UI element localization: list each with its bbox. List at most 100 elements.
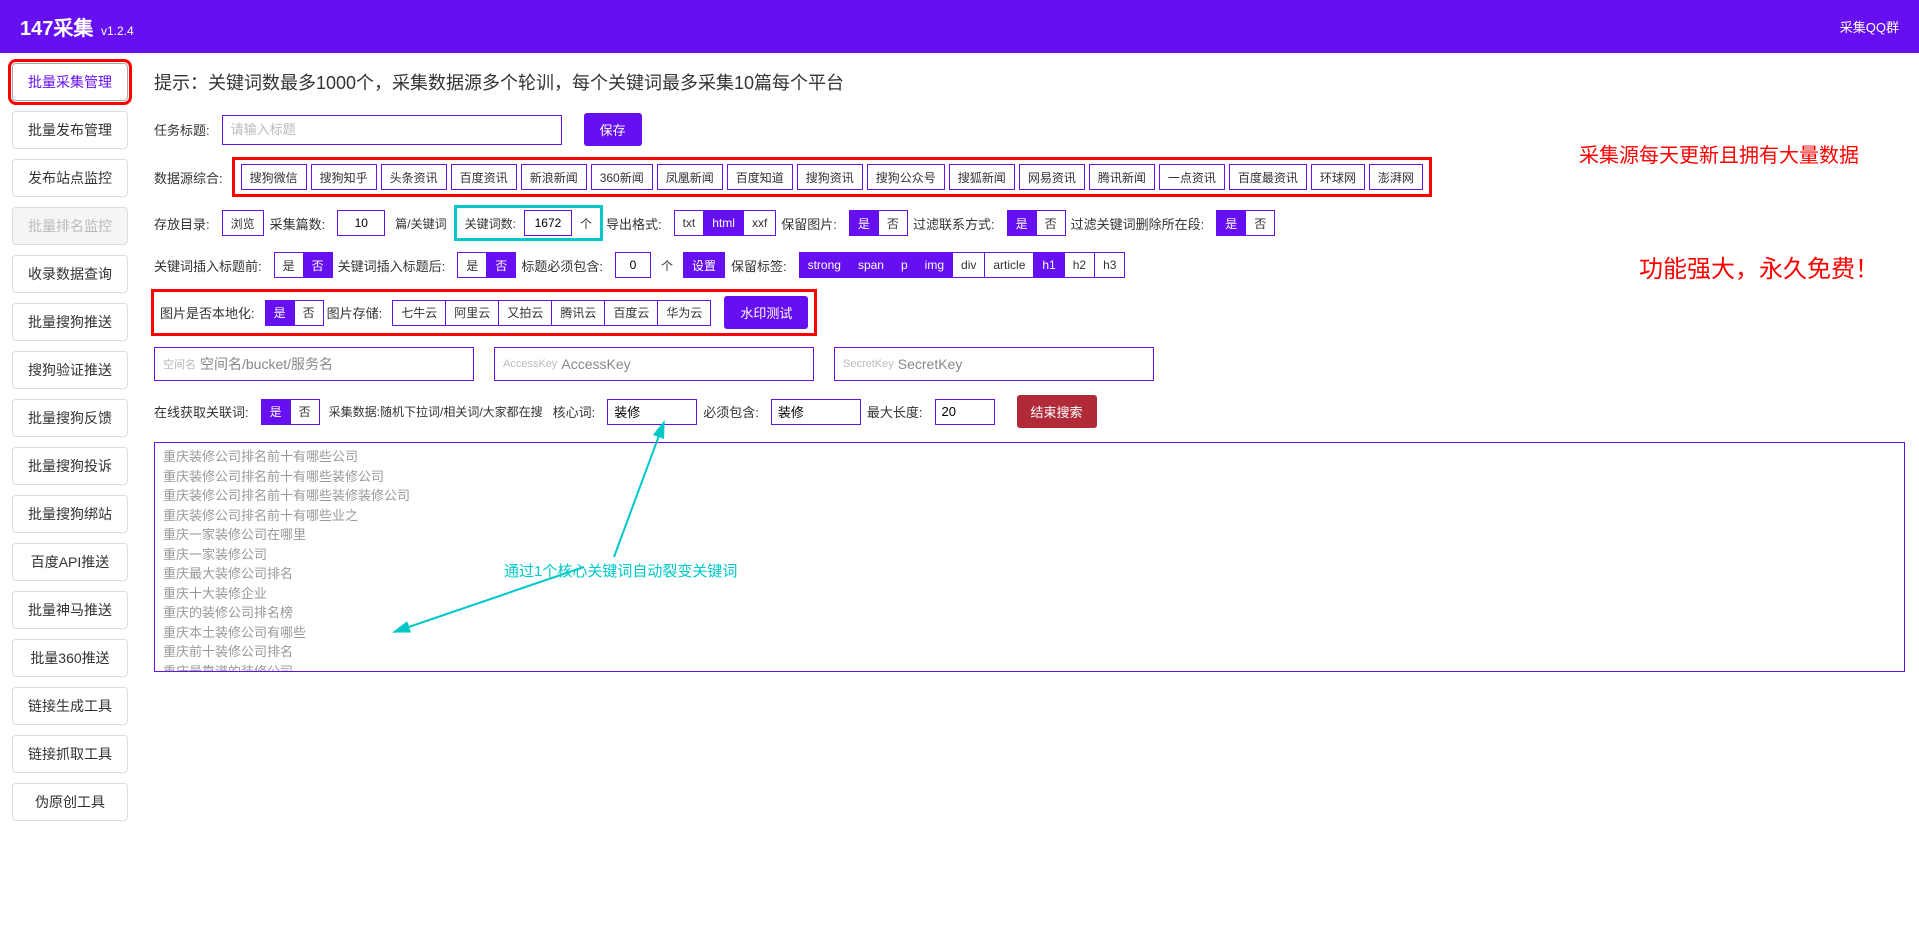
source-16[interactable]: 澎湃网 (1369, 164, 1423, 190)
result-line: 重庆最靠谱的装修公司 (163, 662, 1896, 673)
kw-unit: 个 (576, 215, 596, 232)
keepimg-no[interactable]: 否 (878, 210, 908, 236)
source-2[interactable]: 头条资讯 (381, 164, 447, 190)
kw-input[interactable] (524, 210, 572, 236)
store-0[interactable]: 七牛云 (392, 300, 446, 326)
annotation-sources: 采集源每天更新且拥有大量数据 (1579, 139, 1859, 168)
kw-before-no[interactable]: 否 (303, 252, 333, 278)
kw-after-yes[interactable]: 是 (457, 252, 487, 278)
kw-after-label: 关键词插入标题后: (338, 256, 446, 275)
max-label: 最大长度: (867, 402, 923, 421)
watermark-button[interactable]: 水印测试 (724, 296, 808, 329)
result-line: 重庆一家装修公司在哪里 (163, 525, 1896, 545)
sidebar-item-14[interactable]: 链接抓取工具 (12, 735, 128, 773)
source-14[interactable]: 百度最资讯 (1229, 164, 1307, 190)
tag-label: 保留标签: (731, 256, 787, 275)
results-textarea[interactable]: 重庆装修公司排名前十有哪些公司重庆装修公司排名前十有哪些装修公司重庆装修公司排名… (154, 442, 1905, 672)
result-line: 重庆十大装修企业 (163, 584, 1896, 604)
fmt-label: 导出格式: (606, 214, 662, 233)
tag-article[interactable]: article (984, 252, 1034, 278)
sidebar-item-9[interactable]: 批量搜狗绑站 (12, 495, 128, 533)
qq-group-link[interactable]: 采集QQ群 (1840, 17, 1899, 36)
kw-before-label: 关键词插入标题前: (154, 256, 262, 275)
sidebar-item-4[interactable]: 收录数据查询 (12, 255, 128, 293)
source-10[interactable]: 搜狐新闻 (949, 164, 1015, 190)
tag-p[interactable]: p (892, 252, 917, 278)
fmt-txt[interactable]: txt (674, 210, 705, 236)
img-local-yes[interactable]: 是 (265, 300, 295, 326)
filterkw-no[interactable]: 否 (1245, 210, 1275, 236)
end-search-button[interactable]: 结束搜索 (1017, 395, 1097, 428)
store-1[interactable]: 阿里云 (445, 300, 499, 326)
task-title-input[interactable] (222, 115, 562, 145)
accesskey-input[interactable]: AccessKey AccessKey (494, 347, 814, 381)
filterkw-yes[interactable]: 是 (1216, 210, 1246, 236)
tag-span[interactable]: span (849, 252, 893, 278)
fmt-xxf[interactable]: xxf (743, 210, 776, 236)
kw-after-no[interactable]: 否 (486, 252, 516, 278)
keepimg-label: 保留图片: (781, 214, 837, 233)
space-input[interactable]: 空间名 空间名/bucket/服务名 (154, 347, 474, 381)
source-15[interactable]: 环球网 (1311, 164, 1365, 190)
browse-button[interactable]: 浏览 (222, 210, 264, 236)
online-no[interactable]: 否 (290, 399, 320, 425)
sidebar-item-15[interactable]: 伪原创工具 (12, 783, 128, 821)
set-button[interactable]: 设置 (683, 252, 725, 278)
source-4[interactable]: 新浪新闻 (521, 164, 587, 190)
img-store-label: 图片存储: (327, 303, 383, 322)
source-5[interactable]: 360新闻 (591, 164, 653, 190)
source-3[interactable]: 百度资讯 (451, 164, 517, 190)
sidebar-item-6[interactable]: 搜狗验证推送 (12, 351, 128, 389)
main-panel: 提示：关键词数最多1000个，采集数据源多个轮训，每个关键词最多采集10篇每个平… (140, 53, 1919, 841)
kw-before-yes[interactable]: 是 (274, 252, 304, 278)
sidebar-item-11[interactable]: 批量神马推送 (12, 591, 128, 629)
img-local-no[interactable]: 否 (294, 300, 324, 326)
tag-h1[interactable]: h1 (1033, 252, 1064, 278)
secretkey-input[interactable]: SecretKey SecretKey (834, 347, 1154, 381)
core-input[interactable] (607, 399, 697, 425)
source-8[interactable]: 搜狗资讯 (797, 164, 863, 190)
result-line: 重庆装修公司排名前十有哪些装修装修公司 (163, 486, 1896, 506)
sidebar-item-10[interactable]: 百度API推送 (12, 543, 128, 581)
tag-h2[interactable]: h2 (1064, 252, 1095, 278)
count-input[interactable] (337, 210, 385, 236)
sidebar-item-8[interactable]: 批量搜狗投诉 (12, 447, 128, 485)
sidebar-item-2[interactable]: 发布站点监控 (12, 159, 128, 197)
source-13[interactable]: 一点资讯 (1159, 164, 1225, 190)
sidebar-item-1[interactable]: 批量发布管理 (12, 111, 128, 149)
filtercontact-yes[interactable]: 是 (1007, 210, 1037, 236)
source-7[interactable]: 百度知道 (727, 164, 793, 190)
source-11[interactable]: 网易资讯 (1019, 164, 1085, 190)
storage-label: 存放目录: (154, 214, 210, 233)
source-9[interactable]: 搜狗公众号 (867, 164, 945, 190)
source-1[interactable]: 搜狗知乎 (311, 164, 377, 190)
sidebar-item-7[interactable]: 批量搜狗反馈 (12, 399, 128, 437)
sidebar-item-13[interactable]: 链接生成工具 (12, 687, 128, 725)
source-12[interactable]: 腾讯新闻 (1089, 164, 1155, 190)
img-local-label: 图片是否本地化: (160, 303, 255, 322)
max-input[interactable] (935, 399, 995, 425)
tag-strong[interactable]: strong (799, 252, 850, 278)
store-3[interactable]: 腾讯云 (551, 300, 605, 326)
source-0[interactable]: 搜狗微信 (241, 164, 307, 190)
sidebar-item-12[interactable]: 批量360推送 (12, 639, 128, 677)
save-button[interactable]: 保存 (584, 113, 642, 146)
tag-img[interactable]: img (916, 252, 953, 278)
store-2[interactable]: 又拍云 (498, 300, 552, 326)
app-version: v1.2.4 (101, 24, 134, 38)
must2-label: 必须包含: (703, 402, 759, 421)
online-yes[interactable]: 是 (261, 399, 291, 425)
tag-div[interactable]: div (952, 252, 985, 278)
sidebar-item-0[interactable]: 批量采集管理 (12, 63, 128, 101)
keepimg-yes[interactable]: 是 (849, 210, 879, 236)
filtercontact-no[interactable]: 否 (1036, 210, 1066, 236)
fmt-html[interactable]: html (703, 210, 744, 236)
sources-label: 数据源综合: (154, 168, 223, 187)
must-input[interactable] (615, 252, 651, 278)
source-6[interactable]: 凤凰新闻 (657, 164, 723, 190)
must2-input[interactable] (771, 399, 861, 425)
sidebar-item-5[interactable]: 批量搜狗推送 (12, 303, 128, 341)
store-4[interactable]: 百度云 (604, 300, 658, 326)
tag-h3[interactable]: h3 (1094, 252, 1125, 278)
store-5[interactable]: 华为云 (657, 300, 711, 326)
